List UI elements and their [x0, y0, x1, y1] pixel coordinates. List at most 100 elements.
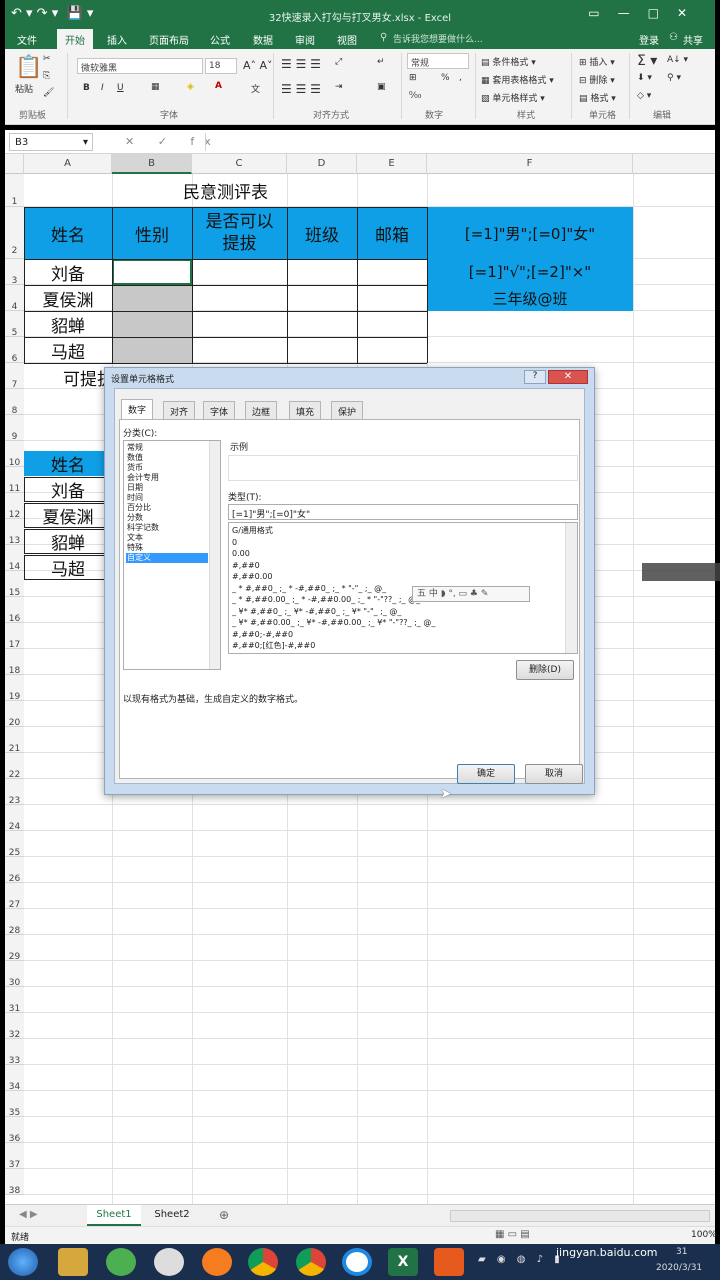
row-header[interactable]: 26: [5, 857, 24, 884]
phonetic-icon[interactable]: 文: [251, 82, 260, 95]
format-item[interactable]: #,##0;[红色]-#,##0: [232, 640, 563, 652]
row-header[interactable]: 38: [5, 1169, 24, 1196]
category-item[interactable]: 会计专用: [126, 473, 208, 483]
list-name[interactable]: 夏侯渊: [24, 503, 112, 528]
category-item[interactable]: 文本: [126, 533, 208, 543]
col-header-a[interactable]: A: [24, 154, 112, 174]
window-controls[interactable]: ▭—□✕: [588, 6, 705, 20]
row-header[interactable]: 5: [5, 311, 24, 338]
type-input[interactable]: [=1]"男";[=0]"女": [228, 504, 578, 520]
name-box[interactable]: B3 ▾: [9, 133, 93, 151]
category-item[interactable]: 货币: [126, 463, 208, 473]
row-header[interactable]: 30: [5, 961, 24, 988]
tab-file[interactable]: 文件: [17, 32, 37, 47]
row-header[interactable]: 25: [5, 831, 24, 858]
indent-icon[interactable]: ⇥: [335, 82, 343, 92]
currency-icon[interactable]: ⊞: [409, 73, 417, 83]
gender-cell[interactable]: [112, 337, 192, 363]
start-icon[interactable]: [8, 1248, 38, 1276]
cell-style-button[interactable]: ▧ 单元格样式 ▾: [481, 91, 545, 104]
category-list[interactable]: 常规 数值 货币 会计专用 日期 时间 百分比 分数 科学记数 文本 特殊 自定义: [123, 440, 221, 670]
format-cells-button[interactable]: ▤ 格式 ▾: [579, 91, 616, 104]
tab-review[interactable]: 审阅: [295, 32, 315, 47]
row-header[interactable]: 13: [5, 519, 24, 546]
gender-cell[interactable]: [112, 311, 192, 337]
comma-button[interactable]: ,: [459, 73, 462, 83]
row-header[interactable]: 9: [5, 415, 24, 442]
wrap-text-icon[interactable]: ↵: [377, 57, 385, 67]
row-header[interactable]: 12: [5, 493, 24, 520]
category-item[interactable]: 日期: [126, 483, 208, 493]
row-header[interactable]: 22: [5, 753, 24, 780]
formula-input[interactable]: [205, 133, 710, 151]
format-painter-icon[interactable]: 🖌: [43, 88, 54, 98]
border-icon[interactable]: ▦: [151, 82, 160, 92]
category-item[interactable]: 特殊: [126, 543, 208, 553]
floating-toolbar[interactable]: [642, 563, 720, 581]
cancel-button[interactable]: 取消: [525, 764, 583, 784]
dialog-tab-protection[interactable]: 保护: [331, 401, 364, 419]
header-class[interactable]: 班级: [287, 207, 357, 259]
bold-button[interactable]: B: [83, 83, 90, 93]
row-header[interactable]: 17: [5, 623, 24, 650]
excel-icon[interactable]: X: [388, 1248, 418, 1276]
row-header[interactable]: 28: [5, 909, 24, 936]
category-item[interactable]: 数值: [126, 453, 208, 463]
font-color-icon[interactable]: A: [215, 81, 222, 91]
cut-icon[interactable]: ✂: [43, 54, 51, 64]
header-gender[interactable]: 性别: [112, 207, 192, 259]
app-clock-icon[interactable]: [342, 1248, 372, 1276]
row-header[interactable]: 19: [5, 675, 24, 702]
row-header[interactable]: 8: [5, 389, 24, 416]
app-orange-icon[interactable]: [202, 1248, 232, 1276]
fill-color-icon[interactable]: ◈: [187, 82, 194, 92]
chrome-icon[interactable]: [296, 1248, 326, 1276]
list-name[interactable]: 貂蝉: [24, 529, 112, 554]
font-grow-shrink-icon[interactable]: A˄ A˅: [243, 59, 273, 72]
row-header[interactable]: 14: [5, 545, 24, 572]
gender-cell[interactable]: [112, 285, 192, 311]
col-header-f[interactable]: F: [427, 154, 633, 174]
row-header[interactable]: 2: [5, 207, 24, 259]
tab-formulas[interactable]: 公式: [210, 32, 230, 47]
conditional-format-button[interactable]: ▤ 条件格式 ▾: [481, 55, 536, 68]
col-header-e[interactable]: E: [357, 154, 427, 174]
tab-data[interactable]: 数据: [253, 32, 273, 47]
tray-icons[interactable]: ▰ ◉ ◍ ♪ ▮: [478, 1254, 564, 1265]
category-item[interactable]: 科学记数: [126, 523, 208, 533]
select-all-corner[interactable]: [5, 154, 24, 174]
format-item[interactable]: 0: [232, 537, 563, 549]
insert-cells-button[interactable]: ⊞ 插入 ▾: [579, 55, 615, 68]
add-sheet-icon[interactable]: ⊕: [219, 1208, 229, 1222]
view-mode-icons[interactable]: ▦ ▭ ▤: [495, 1229, 530, 1240]
table-title[interactable]: 民意测评表: [24, 174, 427, 207]
category-item[interactable]: 时间: [126, 493, 208, 503]
decimal-icons[interactable]: ⁰⁄₀₀: [409, 91, 421, 101]
underline-button[interactable]: U: [117, 83, 124, 93]
name-cell[interactable]: 刘备: [24, 259, 112, 285]
autosum-icon[interactable]: Σ ▾: [637, 53, 657, 69]
format-item[interactable]: _ ¥* #,##0.00_ ;_ ¥* -#,##0.00_ ;_ ¥* "-…: [232, 617, 563, 629]
row-header[interactable]: 21: [5, 727, 24, 754]
category-item[interactable]: 自定义: [126, 553, 208, 563]
sort-filter-icon[interactable]: A↓ ▾: [667, 55, 688, 65]
table-format-button[interactable]: ▦ 套用表格格式 ▾: [481, 73, 554, 86]
copy-icon[interactable]: ⎘: [43, 71, 50, 81]
row-header[interactable]: 34: [5, 1065, 24, 1092]
sheet-nav-icons[interactable]: ◀ ▶: [19, 1209, 38, 1220]
dialog-tab-fill[interactable]: 填充: [289, 401, 322, 419]
format-item[interactable]: #,##0: [232, 560, 563, 572]
note-check-format[interactable]: [=1]"√";[=2]"×": [427, 259, 633, 285]
row-header[interactable]: 11: [5, 467, 24, 494]
row-header[interactable]: 15: [5, 571, 24, 598]
row-header[interactable]: 1: [5, 174, 24, 207]
login-link[interactable]: 登录: [639, 32, 659, 47]
note-gender-format[interactable]: [=1]"男";[=0]"女": [427, 207, 633, 259]
format-item[interactable]: #,##0;-#,##0: [232, 629, 563, 641]
tell-me-box[interactable]: 告诉我您想要做什么...: [393, 32, 483, 45]
row-header[interactable]: 27: [5, 883, 24, 910]
row-header[interactable]: 10: [5, 441, 24, 468]
row-header[interactable]: 24: [5, 805, 24, 832]
row-header[interactable]: 16: [5, 597, 24, 624]
explorer-icon[interactable]: [58, 1248, 88, 1276]
